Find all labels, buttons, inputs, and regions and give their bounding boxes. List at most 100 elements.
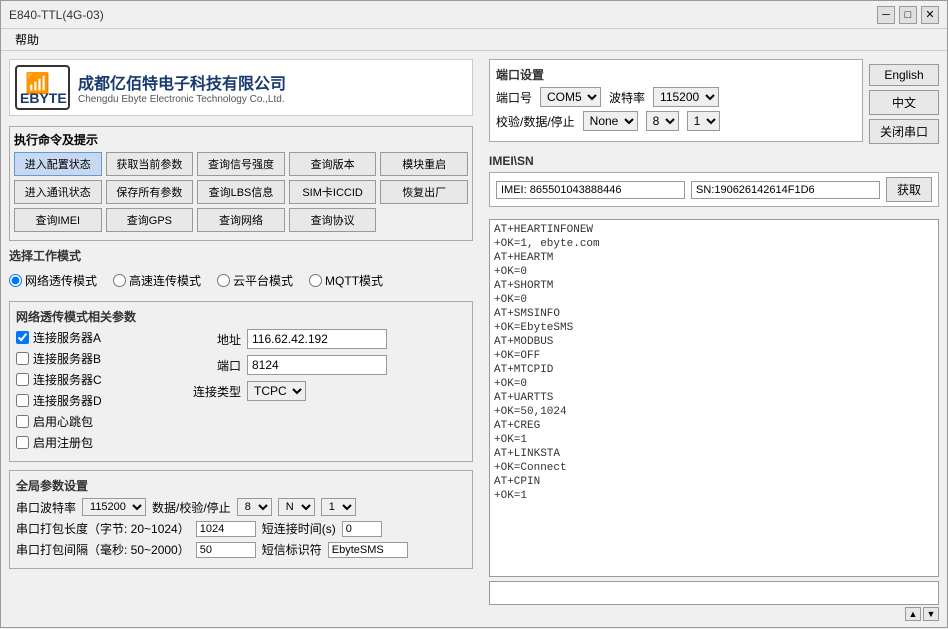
- conn-type-select[interactable]: TCPC TCPS UDP: [247, 381, 306, 401]
- radio-cloud-label: 云平台模式: [233, 272, 293, 289]
- conn-type-label: 连接类型: [186, 383, 241, 400]
- cmd-btn-11[interactable]: 查询GPS: [106, 208, 194, 232]
- server-d-label: 连接服务器D: [33, 392, 102, 409]
- short-conn-label: 短连接时间(s): [262, 520, 336, 537]
- radio-cloud[interactable]: 云平台模式: [217, 272, 293, 289]
- register-pkg-checkbox[interactable]: [16, 436, 29, 449]
- port-row: 端口: [186, 355, 466, 375]
- menu-bar: 帮助: [1, 29, 947, 51]
- radio-network[interactable]: 网络透传模式: [9, 272, 97, 289]
- data-label: 数据/校验/停止: [152, 499, 231, 516]
- baud-rate-select[interactable]: 115200: [653, 87, 719, 107]
- imei-section: IMEI: 865501043888446 SN:190626142614F1D…: [489, 172, 939, 207]
- heartbeat-checkbox[interactable]: [16, 415, 29, 428]
- terminal-line: +OK=50,1024: [494, 406, 934, 418]
- terminal-line: AT+MODBUS: [494, 336, 934, 348]
- server-c: 连接服务器C: [16, 371, 176, 388]
- data-select[interactable]: 87: [237, 498, 272, 516]
- port-input[interactable]: [247, 355, 387, 375]
- cmd-btn-8[interactable]: SIM卡ICCID: [289, 180, 377, 204]
- menu-help[interactable]: 帮助: [9, 31, 45, 48]
- terminal-line: AT+HEARTINFONEW: [494, 224, 934, 236]
- parity-select[interactable]: NEO: [278, 498, 315, 516]
- short-conn-input[interactable]: [342, 521, 382, 537]
- maximize-button[interactable]: □: [899, 6, 917, 24]
- radio-highspeed-input[interactable]: [113, 274, 126, 287]
- scroll-buttons: ▲ ▼: [489, 607, 939, 621]
- stop-bits-select[interactable]: 1: [687, 111, 720, 131]
- radio-mqtt[interactable]: MQTT模式: [309, 272, 383, 289]
- btn-get-imei[interactable]: 获取: [886, 177, 932, 202]
- packet-len-input[interactable]: [196, 521, 256, 537]
- server-c-checkbox[interactable]: [16, 373, 29, 386]
- check-select[interactable]: None: [583, 111, 638, 131]
- cmd-btn-1[interactable]: 获取当前参数: [106, 152, 194, 176]
- baud-label: 串口波特率: [16, 499, 76, 516]
- server-a: 连接服务器A: [16, 329, 176, 346]
- btn-english[interactable]: English: [869, 64, 939, 86]
- check-row: 校验/数据/停止 None 8 1: [496, 111, 856, 131]
- heartbeat-label: 启用心跳包: [33, 413, 93, 430]
- register-pkg: 启用注册包: [16, 434, 176, 451]
- packet-interval-input[interactable]: [196, 542, 256, 558]
- commands-grid: 进入配置状态 获取当前参数 查询信号强度 查询版本 模块重启 进入通讯状态 保存…: [14, 152, 468, 232]
- data-bits-select[interactable]: 8: [646, 111, 679, 131]
- company-info: 成都亿佰特电子科技有限公司 Chengdu Ebyte Electronic T…: [78, 70, 286, 105]
- cmd-btn-10[interactable]: 查询IMEI: [14, 208, 102, 232]
- server-list: 连接服务器A 连接服务器B 连接服务器C 连接服务器D: [16, 329, 176, 455]
- title-bar: E840-TTL(4G-03) ─ □ ✕: [1, 1, 947, 29]
- address-row: 地址: [186, 329, 466, 349]
- imei-value: IMEI: 865501043888446: [496, 181, 685, 199]
- check-label: 校验/数据/停止: [496, 113, 575, 130]
- port-settings-label: 端口设置: [496, 66, 856, 83]
- server-a-label: 连接服务器A: [33, 329, 101, 346]
- port-num-row: 端口号 COM5 波特率 115200: [496, 87, 856, 107]
- scroll-down-btn[interactable]: ▼: [923, 607, 939, 621]
- cmd-btn-13[interactable]: 查询协议: [289, 208, 377, 232]
- server-b-checkbox[interactable]: [16, 352, 29, 365]
- short-id-input[interactable]: [328, 542, 408, 558]
- port-num-select[interactable]: COM5: [540, 87, 601, 107]
- address-input[interactable]: [247, 329, 387, 349]
- cmd-btn-12[interactable]: 查询网络: [197, 208, 285, 232]
- terminal-line: AT+UARTTS: [494, 392, 934, 404]
- conn-type-row: 连接类型 TCPC TCPS UDP: [186, 381, 466, 401]
- terminal-line: AT+SHORTM: [494, 280, 934, 292]
- radio-mqtt-input[interactable]: [309, 274, 322, 287]
- packet-interval-label: 串口打包间隔（毫秒: 50~2000）: [16, 541, 190, 558]
- cmd-btn-9[interactable]: 恢复出厂: [380, 180, 468, 204]
- server-c-label: 连接服务器C: [33, 371, 102, 388]
- global-params-label: 全局参数设置: [16, 477, 466, 494]
- address-label: 地址: [186, 331, 241, 348]
- command-input[interactable]: [489, 581, 939, 605]
- sn-value: SN:190626142614F1D6: [691, 181, 880, 199]
- cmd-btn-4[interactable]: 模块重启: [380, 152, 468, 176]
- imei-label: IMEI\SN: [489, 154, 939, 168]
- server-b-label: 连接服务器B: [33, 350, 101, 367]
- btn-chinese[interactable]: 中文: [869, 90, 939, 115]
- server-config: 地址 端口 连接类型 TCPC TCPS UDP: [186, 329, 466, 401]
- cmd-btn-7[interactable]: 查询LBS信息: [197, 180, 285, 204]
- btn-close-port[interactable]: 关闭串口: [869, 119, 939, 144]
- radio-highspeed[interactable]: 高速连传模式: [113, 272, 201, 289]
- cmd-btn-5[interactable]: 进入通讯状态: [14, 180, 102, 204]
- port-settings: 端口设置 端口号 COM5 波特率 115200 校验/数据/停止 None: [489, 59, 863, 142]
- scroll-up-btn[interactable]: ▲: [905, 607, 921, 621]
- cmd-btn-2[interactable]: 查询信号强度: [197, 152, 285, 176]
- radio-cloud-input[interactable]: [217, 274, 230, 287]
- port-settings-outer: 端口设置 端口号 COM5 波特率 115200 校验/数据/停止 None: [489, 59, 939, 148]
- right-lang-btns: English 中文 关闭串口: [869, 59, 939, 148]
- terminal-area: AT+HEARTINFONEW+OK=1, ebyte.comAT+HEARTM…: [489, 219, 939, 577]
- minimize-button[interactable]: ─: [877, 6, 895, 24]
- cmd-btn-3[interactable]: 查询版本: [289, 152, 377, 176]
- baud-select[interactable]: 1152009600192003840057600: [82, 498, 146, 516]
- server-a-checkbox[interactable]: [16, 331, 29, 344]
- commands-label: 执行命令及提示: [14, 131, 468, 148]
- server-d-checkbox[interactable]: [16, 394, 29, 407]
- stop-select[interactable]: 12: [321, 498, 356, 516]
- radio-network-input[interactable]: [9, 274, 22, 287]
- global-params-section: 全局参数设置 串口波特率 1152009600192003840057600 数…: [9, 470, 473, 569]
- cmd-btn-0[interactable]: 进入配置状态: [14, 152, 102, 176]
- close-button[interactable]: ✕: [921, 6, 939, 24]
- cmd-btn-6[interactable]: 保存所有参数: [106, 180, 194, 204]
